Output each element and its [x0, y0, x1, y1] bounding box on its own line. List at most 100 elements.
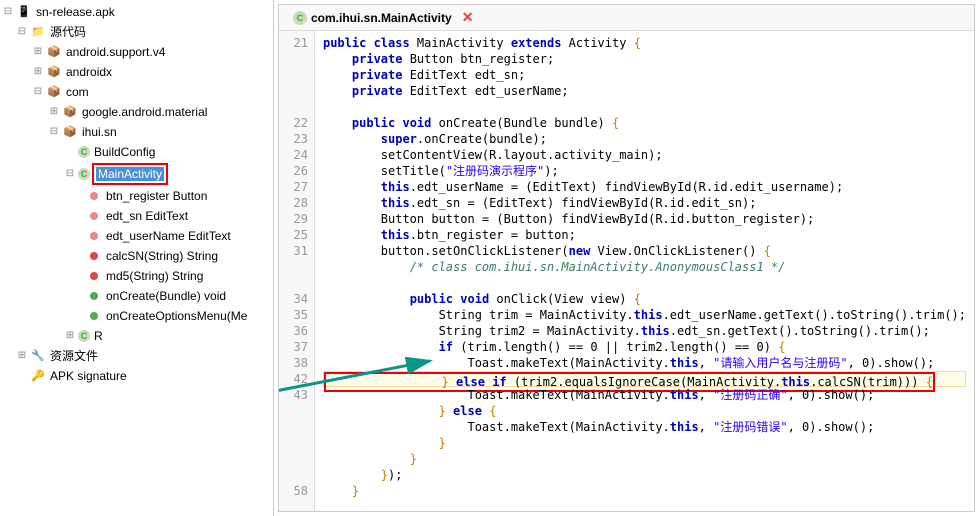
code-line[interactable]: this.btn_register = button; [323, 227, 966, 243]
method-icon [86, 308, 102, 324]
toggle-icon[interactable]: ⊟ [2, 3, 14, 21]
code-line[interactable]: String trim2 = MainActivity.this.edt_sn.… [323, 323, 966, 339]
toggle-icon[interactable]: ⊞ [32, 63, 44, 81]
tree-pkg-ihui[interactable]: ⊟ 📦 ihui.sn [0, 122, 273, 142]
tree-label: md5(String) String [104, 267, 205, 285]
line-number: 34 [279, 291, 308, 307]
tree-label: edt_userName EditText [104, 227, 233, 245]
resource-icon: 🔧 [30, 348, 46, 364]
code-line[interactable]: private EditText edt_userName; [323, 83, 966, 99]
toggle-icon[interactable]: ⊟ [64, 165, 76, 183]
field-icon [86, 208, 102, 224]
method-icon [86, 268, 102, 284]
code-line[interactable]: button.setOnClickListener(new View.OnCli… [323, 243, 966, 259]
editor-panel: C com.ihui.sn.MainActivity ✕ 21222324262… [278, 4, 975, 512]
code-line[interactable]: setTitle("注册码演示程序"); [323, 163, 966, 179]
code-line[interactable]: public void onCreate(Bundle bundle) { [323, 115, 966, 131]
code-line[interactable]: if (trim.length() == 0 || trim2.length()… [323, 339, 966, 355]
line-number: 24 [279, 147, 308, 163]
tree-label: calcSN(String) String [104, 247, 220, 265]
class-icon: C [293, 11, 307, 25]
project-tree[interactable]: ⊟ 📱 sn-release.apk ⊟ 📁 源代码 ⊞ 📦 android.s… [0, 0, 274, 516]
code-line[interactable]: public void onClick(View view) { [323, 291, 966, 307]
tree-root[interactable]: ⊟ 📱 sn-release.apk [0, 2, 273, 22]
tab-mainactivity[interactable]: C com.ihui.sn.MainActivity ✕ [287, 7, 479, 28]
line-number [279, 403, 308, 419]
code-line[interactable]: this.edt_userName = (EditText) findViewB… [323, 179, 966, 195]
code-line[interactable]: Toast.makeText(MainActivity.this, "请输入用户… [323, 355, 966, 371]
class-icon: C [78, 168, 90, 180]
line-number: 21 [279, 35, 308, 51]
line-number [279, 83, 308, 99]
code-line[interactable]: /* class com.ihui.sn.MainActivity.Anonym… [323, 259, 966, 275]
tab-label: com.ihui.sn.MainActivity [311, 11, 452, 25]
tree-signature[interactable]: 🔑 APK signature [0, 366, 273, 386]
line-gutter: 212223242627282925313435363738424358 [279, 31, 315, 511]
tree-pkg[interactable]: ⊞ 📦 android.support.v4 [0, 42, 273, 62]
code-line[interactable]: this.edt_sn = (EditText) findViewById(R.… [323, 195, 966, 211]
class-icon: C [78, 146, 90, 158]
tree-pkg[interactable]: ⊞ 📦 androidx [0, 62, 273, 82]
code-line[interactable]: private Button btn_register; [323, 51, 966, 67]
tree-field[interactable]: edt_sn EditText [0, 206, 273, 226]
code-line[interactable]: Button button = (Button) findViewById(R.… [323, 211, 966, 227]
tree-class-mainactivity[interactable]: ⊟ C MainActivity [0, 162, 273, 186]
tree-method[interactable]: md5(String) String [0, 266, 273, 286]
code-line[interactable]: } else if (trim2.equalsIgnoreCase(MainAc… [323, 371, 966, 387]
tree-source[interactable]: ⊟ 📁 源代码 [0, 22, 273, 42]
code-line[interactable]: } [323, 451, 966, 467]
apk-icon: 📱 [16, 4, 32, 20]
line-number: 28 [279, 195, 308, 211]
code-line[interactable]: String trim = MainActivity.this.edt_user… [323, 307, 966, 323]
code-line[interactable]: }); [323, 467, 966, 483]
code-body[interactable]: public class MainActivity extends Activi… [315, 31, 974, 511]
tree-class[interactable]: ⊞ C R [0, 326, 273, 346]
tree-class[interactable]: C BuildConfig [0, 142, 273, 162]
code-editor[interactable]: 212223242627282925313435363738424358 pub… [279, 31, 974, 511]
tree-label: MainActivity [96, 167, 164, 181]
key-icon: 🔑 [30, 368, 46, 384]
line-number [279, 467, 308, 483]
tree-method[interactable]: calcSN(String) String [0, 246, 273, 266]
code-line[interactable]: } [323, 483, 966, 499]
toggle-icon[interactable]: ⊟ [32, 83, 44, 101]
tree-method[interactable]: onCreate(Bundle) void [0, 286, 273, 306]
toggle-icon[interactable]: ⊟ [48, 123, 60, 141]
tree-label: R [92, 327, 105, 345]
field-icon [86, 188, 102, 204]
tree-field[interactable]: edt_userName EditText [0, 226, 273, 246]
code-line[interactable]: Toast.makeText(MainActivity.this, "注册码错误… [323, 419, 966, 435]
method-icon [86, 288, 102, 304]
toggle-icon[interactable]: ⊟ [16, 23, 28, 41]
code-line[interactable]: setContentView(R.layout.activity_main); [323, 147, 966, 163]
tree-label: android.support.v4 [64, 43, 167, 61]
tree-label: 资源文件 [48, 347, 100, 365]
tree-pkg[interactable]: ⊞ 📦 google.android.material [0, 102, 273, 122]
line-number [279, 51, 308, 67]
line-number: 31 [279, 243, 308, 259]
code-line[interactable] [323, 275, 966, 291]
code-line[interactable]: public class MainActivity extends Activi… [323, 35, 966, 51]
tree-resources[interactable]: ⊞ 🔧 资源文件 [0, 346, 273, 366]
tab-bar: C com.ihui.sn.MainActivity ✕ [279, 5, 974, 31]
folder-icon: 📁 [30, 24, 46, 40]
tree-label: androidx [64, 63, 114, 81]
toggle-icon[interactable]: ⊞ [16, 347, 28, 365]
code-line[interactable]: private EditText edt_sn; [323, 67, 966, 83]
code-line[interactable]: super.onCreate(bundle); [323, 131, 966, 147]
close-icon[interactable]: ✕ [462, 9, 474, 26]
code-line[interactable]: } [323, 435, 966, 451]
line-number [279, 259, 308, 275]
line-number: 27 [279, 179, 308, 195]
line-number [279, 435, 308, 451]
tree-method[interactable]: onCreateOptionsMenu(Me [0, 306, 273, 326]
toggle-icon[interactable]: ⊞ [32, 43, 44, 61]
code-line[interactable]: } else { [323, 403, 966, 419]
toggle-icon[interactable]: ⊞ [64, 327, 76, 345]
toggle-icon[interactable]: ⊞ [48, 103, 60, 121]
code-line[interactable]: Toast.makeText(MainActivity.this, "注册码正确… [323, 387, 966, 403]
tree-field[interactable]: btn_register Button [0, 186, 273, 206]
tree-pkg-com[interactable]: ⊟ 📦 com [0, 82, 273, 102]
code-line[interactable] [323, 99, 966, 115]
line-number: 36 [279, 323, 308, 339]
